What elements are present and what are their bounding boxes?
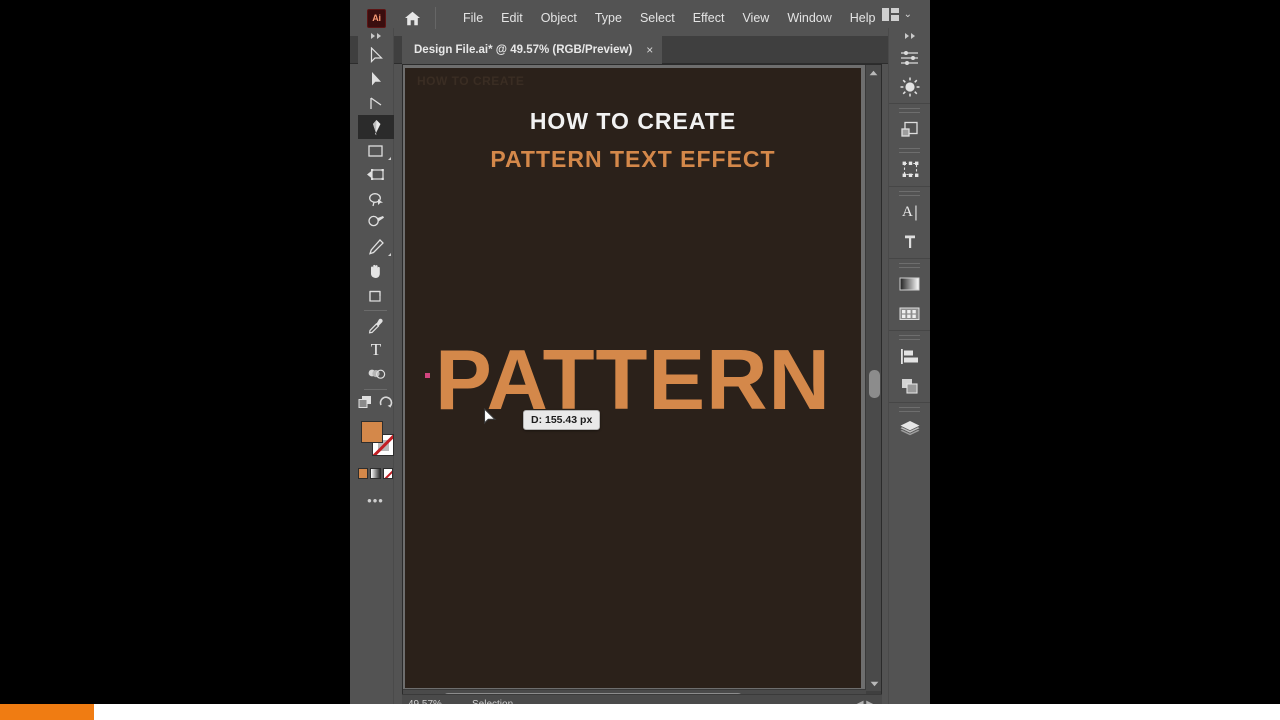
tool-flyout-indicator	[388, 157, 391, 160]
toolbar-divider	[364, 310, 387, 311]
lasso-tool[interactable]	[358, 187, 394, 211]
menu-divider	[435, 7, 436, 29]
document-window: HOW TO CREATE HOW TO CREATE PATTERN TEXT…	[402, 64, 882, 706]
video-progress-track[interactable]	[0, 704, 1280, 720]
arrange-panel-icon[interactable]	[889, 371, 930, 400]
chevron-down-icon: ⌄	[903, 8, 912, 20]
menu-item-view[interactable]: View	[733, 8, 778, 28]
close-icon[interactable]: ×	[646, 44, 653, 56]
menu-item-edit[interactable]: Edit	[492, 8, 532, 28]
anchor-point-indicator	[425, 373, 430, 378]
properties-panel-icon[interactable]	[889, 43, 930, 72]
document-tab-title: Design File.ai* @ 49.57% (RGB/Preview)	[414, 44, 633, 56]
tools-panel: T •••	[358, 28, 394, 706]
panel-group-grip[interactable]	[899, 263, 920, 268]
menu-item-file[interactable]: File	[454, 8, 492, 28]
artboard[interactable]: HOW TO CREATE HOW TO CREATE PATTERN TEXT…	[405, 68, 861, 688]
tools-panel-collapse-button[interactable]	[358, 28, 393, 43]
panel-group-grip[interactable]	[899, 407, 920, 412]
menu-item-object[interactable]: Object	[532, 8, 586, 28]
color-swatch-button[interactable]	[358, 468, 369, 479]
character-panel-icon[interactable]: A |	[889, 198, 930, 227]
canvas-vertical-scrollbar[interactable]	[865, 65, 881, 691]
gradient-swatch-button[interactable]	[370, 468, 381, 479]
smart-guide-tooltip: D: 155.43 px	[523, 410, 601, 430]
panel-dock-divider	[889, 103, 930, 104]
align-panel-icon[interactable]	[889, 342, 930, 371]
workspace-switcher-icon	[881, 8, 899, 21]
vertical-scroll-thumb[interactable]	[869, 370, 880, 398]
menu-item-window[interactable]: Window	[778, 8, 840, 28]
pathfinder-panel-icon[interactable]	[889, 115, 930, 144]
panel-dock: A |	[888, 28, 930, 706]
edit-toolbar-button[interactable]: •••	[358, 493, 393, 508]
menu-item-help[interactable]: Help	[841, 8, 885, 28]
double-chevron-right-icon	[904, 32, 915, 39]
panel-group-grip[interactable]	[899, 108, 920, 113]
pencil-tool[interactable]	[358, 235, 394, 259]
menu-bar: Ai File Edit Object Type Select Effect V…	[350, 0, 930, 36]
layers-panel-icon[interactable]	[889, 414, 930, 443]
pen-tool[interactable]	[358, 115, 394, 139]
panel-dock-divider	[889, 258, 930, 259]
hand-tool[interactable]	[358, 259, 394, 283]
artwork-subheading: PATTERN TEXT EFFECT	[490, 146, 776, 172]
none-swatch-button[interactable]	[382, 468, 393, 479]
scroll-up-arrow-icon[interactable]	[866, 65, 881, 80]
screen-mode-icon[interactable]	[358, 395, 373, 414]
artwork-big-text[interactable]: PATTERN	[405, 338, 861, 423]
direct-selection-tool[interactable]	[358, 67, 394, 91]
panel-group-grip[interactable]	[899, 335, 920, 340]
workspace-switcher[interactable]: ⌄	[881, 8, 912, 21]
document-tab-bar: Design File.ai* @ 49.57% (RGB/Preview) ×	[350, 36, 930, 64]
double-chevron-right-icon	[370, 32, 381, 39]
screen-root: Ai File Edit Object Type Select Effect V…	[0, 0, 1280, 720]
menu-item-type[interactable]: Type	[586, 8, 631, 28]
free-transform-tool[interactable]	[358, 163, 394, 187]
rotate-view-icon[interactable]	[379, 395, 394, 414]
selection-arrow-cursor	[483, 407, 497, 432]
tool-flyout-indicator	[388, 253, 391, 256]
rectangle-tool[interactable]	[358, 139, 394, 163]
paragraph-panel-icon[interactable]	[889, 227, 930, 256]
panel-group-grip[interactable]	[899, 191, 920, 196]
artboard-ghost-label: HOW TO CREATE	[417, 74, 525, 88]
menu-item-select[interactable]: Select	[631, 8, 684, 28]
color-mode-row	[358, 468, 393, 479]
artwork-heading: HOW TO CREATE	[529, 108, 737, 134]
scroll-down-arrow-icon[interactable]	[866, 676, 882, 691]
curvature-tool[interactable]	[358, 91, 394, 115]
blend-tool[interactable]	[358, 362, 394, 386]
panel-dock-divider	[889, 402, 930, 403]
transform-panel-icon[interactable]	[889, 155, 930, 184]
app-logo-icon: Ai	[367, 8, 386, 28]
menu-item-list: File Edit Object Type Select Effect View…	[454, 8, 885, 28]
gradient-panel-icon[interactable]	[889, 270, 930, 299]
type-t-icon: T	[370, 340, 382, 359]
panel-dock-divider	[889, 330, 930, 331]
toolbar-divider	[364, 389, 387, 390]
eyedropper-tool[interactable]	[358, 314, 394, 338]
panel-dock-collapse-button[interactable]	[889, 28, 930, 43]
home-icon[interactable]	[403, 9, 421, 27]
character-a-icon: A	[902, 204, 913, 220]
video-progress-fill[interactable]	[0, 704, 94, 720]
swatches-panel-icon[interactable]	[889, 299, 930, 328]
type-tool[interactable]: T	[358, 338, 394, 362]
panel-group-grip[interactable]	[899, 148, 920, 153]
menu-item-effect[interactable]: Effect	[684, 8, 734, 28]
fill-swatch-orange[interactable]	[361, 421, 383, 443]
document-tab[interactable]: Design File.ai* @ 49.57% (RGB/Preview) ×	[402, 36, 663, 64]
panel-dock-divider	[889, 186, 930, 187]
paintbrush-tool[interactable]	[358, 211, 394, 235]
selection-tool[interactable]	[358, 43, 394, 67]
canvas-area[interactable]: HOW TO CREATE HOW TO CREATE PATTERN TEXT…	[403, 65, 866, 691]
illustrator-window: Ai File Edit Object Type Select Effect V…	[350, 0, 930, 720]
appearance-panel-icon[interactable]	[889, 72, 930, 101]
fill-stroke-swatches[interactable]	[358, 419, 394, 465]
artboard-tool[interactable]	[358, 283, 394, 307]
